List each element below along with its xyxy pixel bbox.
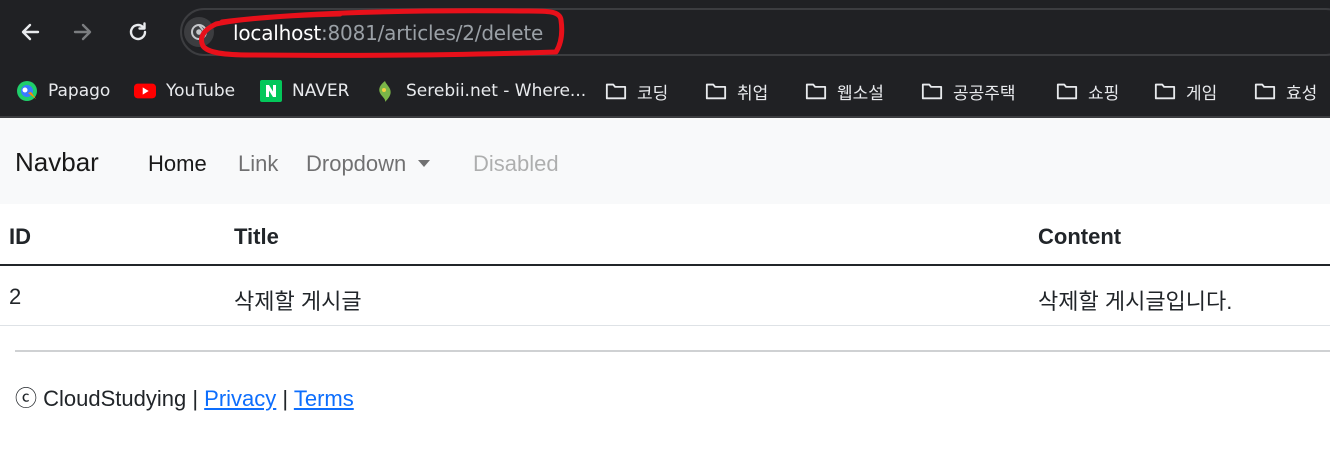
url-highlight-annotation bbox=[199, 8, 565, 58]
column-header-content: Content bbox=[1038, 224, 1122, 249]
cell-title: 삭제할 게시글 bbox=[234, 289, 362, 314]
terms-link[interactable]: Terms bbox=[294, 386, 354, 411]
nav-dropdown-toggle[interactable]: Dropdown bbox=[306, 151, 431, 177]
column-header-id: ID bbox=[9, 224, 31, 249]
footer-copyright: ⓒ CloudStudying | bbox=[15, 386, 199, 411]
table-row-divider bbox=[0, 325, 1330, 326]
nav-link-home[interactable]: Home bbox=[148, 151, 207, 177]
nav-link-link[interactable]: Link bbox=[238, 151, 278, 177]
cell-content: 삭제할 게시글입니다. bbox=[1038, 289, 1233, 314]
nav-link-disabled: Disabled bbox=[473, 151, 559, 176]
navbar-brand[interactable]: Navbar bbox=[15, 147, 99, 178]
caret-down-icon bbox=[418, 160, 431, 167]
privacy-link[interactable]: Privacy bbox=[204, 386, 276, 411]
table-header-divider bbox=[0, 264, 1330, 266]
footer-divider bbox=[15, 350, 1330, 352]
page-footer: ⓒ CloudStudying | Privacy | Terms bbox=[15, 381, 354, 413]
cell-id: 2 bbox=[9, 284, 22, 309]
column-header-title: Title bbox=[234, 224, 279, 249]
dropdown-label: Dropdown bbox=[306, 151, 407, 176]
footer-separator: | bbox=[282, 386, 289, 411]
page-navbar: Navbar Home Link Dropdown Disabled bbox=[0, 118, 1330, 204]
